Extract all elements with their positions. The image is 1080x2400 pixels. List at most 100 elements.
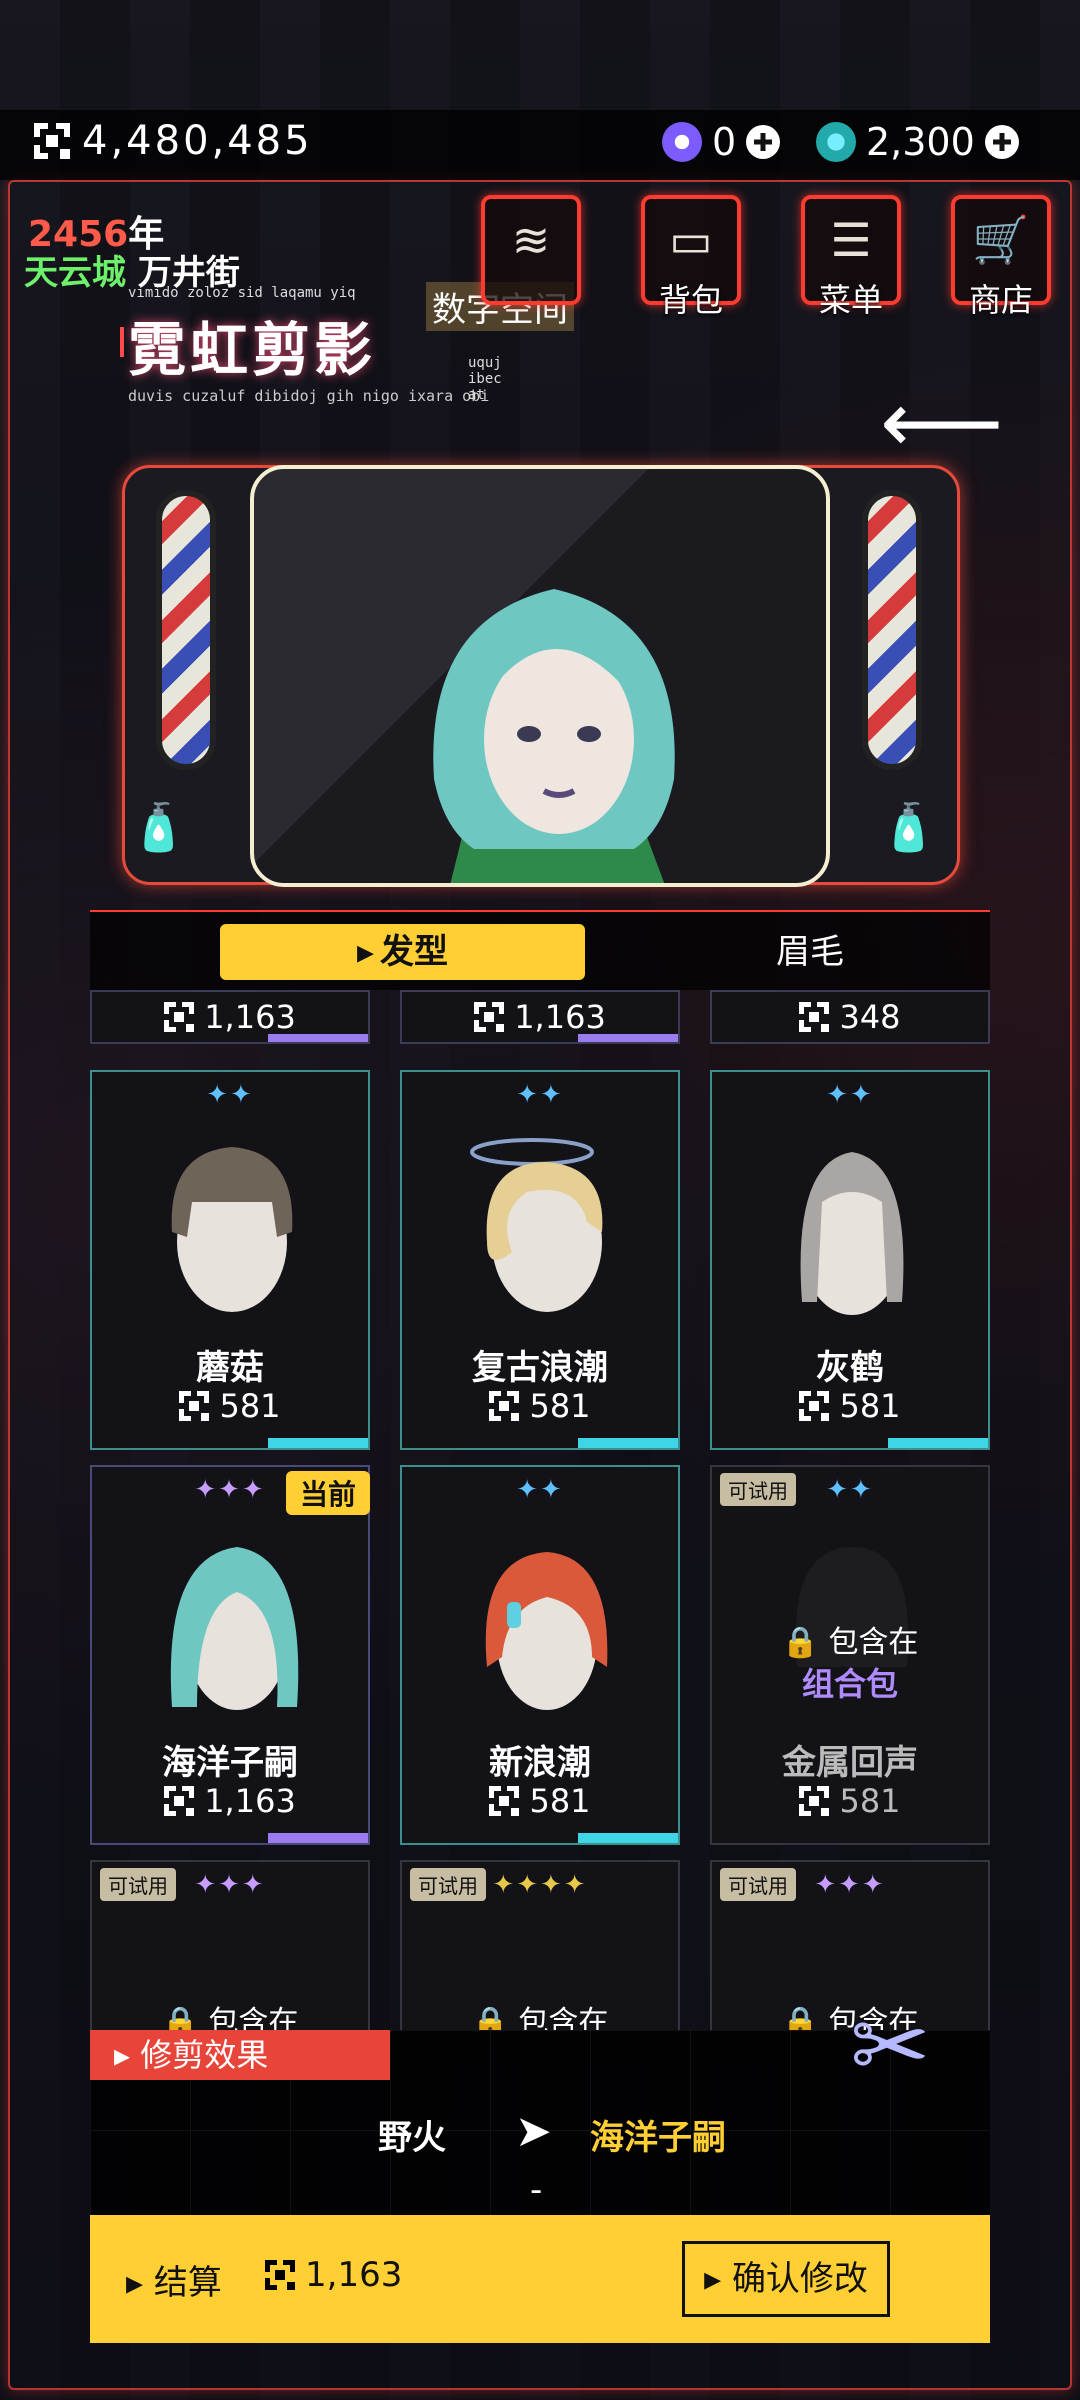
hairstyle-card-ocean-heir[interactable]: ✦✦✦ 当前 海洋子嗣 1,163 [90, 1465, 370, 1845]
card-price: 1,163 [204, 1782, 296, 1820]
rarity-strip [578, 1833, 678, 1843]
coin-icon [34, 123, 70, 159]
rarity-strip [578, 1034, 678, 1042]
barber-pole-right [862, 490, 922, 770]
hairstyle-card-partial[interactable]: 348 [710, 990, 990, 1044]
back-button[interactable]: ⟵ [880, 380, 1003, 466]
card-price: 1,163 [204, 998, 296, 1036]
locked-label: 🔒 包含在 [781, 1625, 919, 1660]
rarity-stars: ✦✦ [826, 1475, 874, 1505]
add-currency-b-button[interactable] [984, 125, 1019, 159]
currency-b: 2,300 [816, 120, 1019, 164]
rarity-strip [578, 1438, 678, 1448]
tab-hair[interactable]: 发型 [220, 924, 585, 980]
add-currency-a-button[interactable] [746, 125, 781, 159]
shop-label: 商店 [968, 281, 1034, 319]
card-price: 1,163 [514, 998, 606, 1036]
shop-small-side: uquj ibec at [468, 355, 502, 403]
hairstyle-card-locked[interactable]: 可试用 ✦✦✦ 🔒 包含在 [90, 1860, 370, 2030]
locked-label: 🔒 包含在 [471, 2005, 609, 2030]
checkout-price: 1,163 [265, 2255, 402, 2295]
coin-icon [474, 1002, 505, 1032]
token-icon [662, 122, 702, 162]
rarity-strip [888, 1438, 988, 1448]
top-bar: 4,480,485 0 2,300 [0, 110, 1080, 180]
coin-icon [489, 1391, 520, 1421]
rarity-stars: ✦✦✦ [194, 1870, 266, 1900]
money-value: 4,480,485 [82, 118, 313, 164]
currency-a: 0 [662, 120, 781, 164]
gem-icon [816, 122, 856, 162]
hairstyle-card-grey-crane[interactable]: ✦✦ 灰鹤 581 [710, 1070, 990, 1450]
change-detail: - [530, 2170, 543, 2210]
coin-icon [489, 1786, 520, 1816]
tab-brows[interactable]: 眉毛 [680, 924, 940, 980]
coin-icon [799, 1786, 830, 1816]
bundle-label: 组合包 [801, 1665, 898, 1703]
shop-bar [120, 327, 124, 357]
card-name: 复古浪潮 [472, 1348, 608, 1388]
hairstyle-card-retro-wave[interactable]: ✦✦ 复古浪潮 581 [400, 1070, 680, 1450]
card-price: 581 [529, 1782, 591, 1820]
card-price: 348 [839, 998, 901, 1036]
card-name: 灰鹤 [816, 1348, 884, 1388]
checkout-price-value: 1,163 [305, 2255, 403, 2295]
menu-button[interactable]: ☰ 菜单 [798, 195, 904, 319]
rarity-stars: ✦✦✦ [814, 1870, 886, 1900]
chevron-right-icon: ➤ [515, 2106, 552, 2157]
hairstyle-card-metal-echo[interactable]: 可试用 ✦✦ 🔒 包含在 组合包 金属回声 581 [710, 1465, 990, 1845]
hair-mushroom-icon [171, 1147, 293, 1312]
shop-button[interactable]: 🛒 商店 [948, 195, 1054, 319]
coin-icon [265, 2260, 295, 2290]
from-style: 野火 [378, 2118, 446, 2158]
hair-grey-crane-icon [800, 1152, 904, 1315]
currency-b-value: 2,300 [866, 120, 975, 164]
hairstyle-card-partial[interactable]: 1,163 [400, 990, 680, 1044]
category-tabs: 发型 眉毛 [90, 910, 990, 990]
card-price: 581 [839, 1782, 901, 1820]
hairstyle-grid[interactable]: 1,163 1,163 348 ✦✦ 蘑菇 581 ✦✦ 复古浪潮 581 ✦✦ [90, 990, 990, 2030]
rarity-strip [268, 1034, 368, 1042]
character-portrait [433, 589, 675, 883]
checkout-bar: 结算 1,163 确认修改 [90, 2215, 990, 2343]
coin-icon [179, 1391, 210, 1421]
back-arrow-icon: ⟵ [880, 373, 1004, 473]
rarity-stars: ✦✦ [826, 1080, 874, 1110]
menu-icon: ☰ [830, 212, 872, 267]
scissors-comb-icon: ✂ [850, 1990, 931, 2102]
shop-small-bottom: duvis cuzaluf dibidoj gih nigo ixara obi [128, 387, 490, 405]
bag-button[interactable]: ▭ 背包 [638, 195, 744, 319]
current-badge: 当前 [285, 1471, 370, 1515]
confirm-button[interactable]: 确认修改 [682, 2241, 890, 2317]
card-price: 581 [529, 1387, 591, 1425]
bottles-right-icon: 🧴 [880, 800, 938, 854]
rarity-stars: ✦✦ [516, 1475, 564, 1505]
coin-icon [799, 1391, 830, 1421]
coin-icon [799, 1002, 830, 1032]
cart-icon: 🛒 [972, 212, 1030, 267]
hairstyle-card-mushroom[interactable]: ✦✦ 蘑菇 581 [90, 1070, 370, 1450]
coin-icon [164, 1002, 195, 1032]
hairstyle-card-locked[interactable]: 可试用 ✦✦✦✦ 🔒 包含在 [400, 1860, 680, 2030]
locked-label: 🔒 包含在 [161, 2005, 299, 2030]
rarity-stars: ✦✦ [206, 1080, 254, 1110]
hair-new-wave-icon [485, 1552, 608, 1710]
card-name: 新浪潮 [489, 1743, 591, 1783]
character-preview [250, 465, 830, 887]
menu-label: 菜单 [818, 281, 884, 319]
card-name: 金属回声 [782, 1743, 918, 1783]
layers-icon: ≋ [511, 212, 551, 267]
barber-pole-left [156, 490, 216, 770]
card-price: 581 [839, 1387, 901, 1425]
bottles-left-icon: 🧴 [130, 800, 188, 854]
hair-retro-wave-icon [470, 1138, 603, 1312]
hairstyle-card-new-wave[interactable]: ✦✦ 新浪潮 581 [400, 1465, 680, 1845]
coin-icon [164, 1786, 195, 1816]
digital-space-nav[interactable]: ≋ [478, 195, 584, 315]
money-display: 4,480,485 [34, 118, 313, 164]
trim-header: 修剪效果 [90, 2030, 390, 2080]
hairstyle-card-partial[interactable]: 1,163 [90, 990, 370, 1044]
card-name: 海洋子嗣 [162, 1743, 298, 1783]
hair-ocean-heir-icon [170, 1547, 299, 1710]
to-style: 海洋子嗣 [590, 2118, 726, 2158]
